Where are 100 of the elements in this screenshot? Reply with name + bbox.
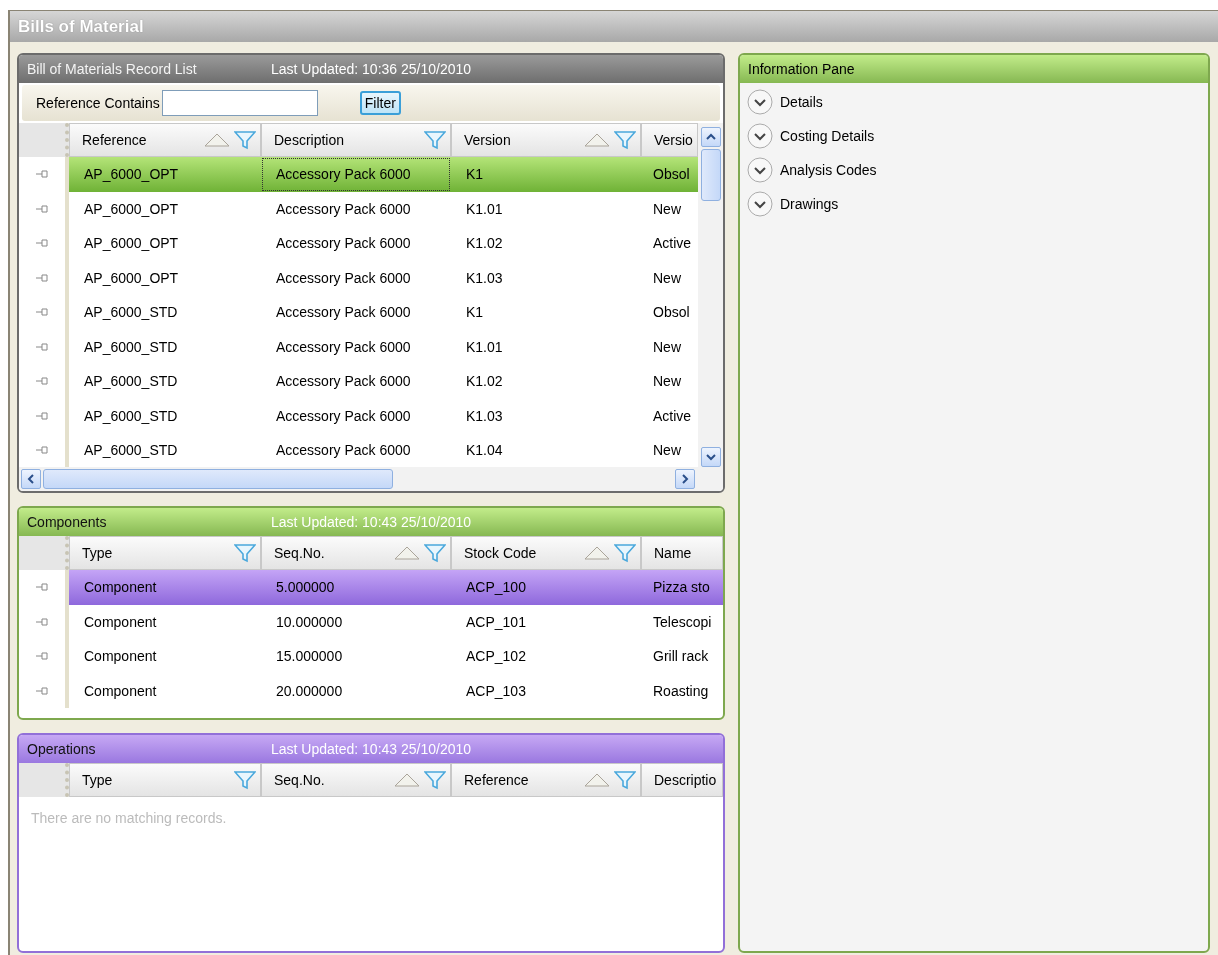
column-header[interactable]: Type — [69, 763, 261, 797]
row-selector-header — [19, 123, 69, 157]
table-row[interactable]: AP_6000_STD Accessory Pack 6000 K1.01 New — [69, 329, 698, 364]
table-row[interactable]: AP_6000_STD Accessory Pack 6000 K1.04 New — [69, 433, 698, 467]
table-cell-text: Component — [83, 612, 158, 632]
expand-icon[interactable] — [746, 156, 774, 184]
empty-message: There are no matching records. — [30, 809, 228, 828]
section-header[interactable]: Analysis Codes — [780, 162, 877, 178]
expand-icon[interactable] — [746, 190, 774, 218]
table-cell-text: 15.000000 — [275, 647, 344, 667]
table-cell-text: ACP_100 — [465, 578, 527, 598]
column-header[interactable]: Reference — [451, 763, 641, 797]
row-selector-header — [19, 763, 69, 797]
filter-icon[interactable] — [614, 543, 636, 563]
table-row[interactable]: AP_6000_OPT Accessory Pack 6000 K1.02 Active — [69, 226, 698, 261]
table-cell-text: K1 — [465, 303, 485, 323]
table-row[interactable]: AP_6000_OPT Accessory Pack 6000 K1.03 New — [69, 260, 698, 295]
table-cell-text: AP_6000_OPT — [83, 268, 180, 288]
section-header[interactable]: Drawings — [780, 196, 839, 212]
table-cell-text: AP_6000_OPT — [83, 234, 180, 254]
column-header[interactable]: Seq.No. — [261, 763, 451, 797]
filter-icon[interactable] — [234, 770, 256, 790]
table-cell-text: New — [652, 268, 682, 288]
table-cell-text: AP_6000_STD — [83, 406, 179, 426]
vertical-scrollbar[interactable] — [698, 123, 723, 467]
table-cell-text: K1.02 — [465, 234, 504, 254]
table-cell-text: Active — [652, 406, 693, 426]
column-header[interactable]: Stock Code — [451, 536, 641, 570]
window-title: Bills of Material — [10, 11, 1218, 42]
table-cell-text: Grill rack — [652, 647, 710, 667]
column-header[interactable]: Description — [261, 123, 451, 157]
table-cell-text: ACP_101 — [465, 612, 527, 632]
column-header[interactable]: Reference — [69, 123, 261, 157]
table-row[interactable]: AP_6000_STD Accessory Pack 6000 K1.03 Active — [69, 398, 698, 433]
table-cell-text: K1 — [465, 165, 485, 185]
pin-icon — [35, 238, 49, 249]
column-header[interactable]: Name — [641, 536, 723, 570]
table-cell-text: AP_6000_STD — [83, 303, 179, 323]
scroll-thumb[interactable] — [700, 149, 721, 201]
table-row[interactable]: AP_6000_OPT Accessory Pack 6000 K1.01 New — [69, 191, 698, 226]
table-cell-text: Accessory Pack 6000 — [275, 441, 412, 461]
table-cell-text: AP_6000_STD — [83, 441, 179, 461]
pin-icon — [35, 203, 49, 214]
column-header[interactable]: Descriptio — [641, 763, 723, 797]
section-header[interactable]: Details — [780, 94, 823, 110]
sort-icon[interactable] — [584, 546, 610, 560]
expand-icon[interactable] — [746, 88, 774, 116]
table-cell-text: AP_6000_STD — [83, 337, 179, 357]
table-cell-text: Accessory Pack 6000 — [275, 303, 412, 323]
expand-icon[interactable] — [746, 122, 774, 150]
filter-button[interactable]: Filter — [359, 91, 401, 115]
scroll-thumb[interactable] — [43, 469, 393, 489]
column-header[interactable]: Version — [451, 123, 641, 157]
pin-icon — [35, 307, 49, 318]
filter-icon[interactable] — [614, 770, 636, 790]
panel-title: Operations — [27, 741, 97, 757]
filter-icon[interactable] — [424, 770, 446, 790]
table-cell-text: K1.02 — [465, 372, 504, 392]
filter-icon[interactable] — [614, 130, 636, 150]
table-row[interactable]: AP_6000_STD Accessory Pack 6000 K1 Obsol — [69, 295, 698, 330]
column-header[interactable]: Versio — [641, 123, 698, 157]
pin-icon — [35, 582, 49, 593]
horizontal-scrollbar[interactable] — [19, 467, 723, 491]
sort-icon[interactable] — [584, 773, 610, 787]
pin-icon — [35, 376, 49, 387]
table-cell-text: K1.03 — [465, 268, 504, 288]
table-row[interactable]: Component 20.000000 ACP_103 Roasting — [69, 673, 723, 708]
last-updated: Last Updated: 10:36 25/10/2010 — [271, 61, 472, 77]
column-header[interactable]: Type — [69, 536, 261, 570]
filter-icon[interactable] — [234, 130, 256, 150]
filter-icon[interactable] — [234, 543, 256, 563]
table-cell-text: Obsol — [652, 303, 691, 323]
table-cell-text: Telescopi — [652, 612, 713, 632]
table-cell-text: New — [652, 199, 682, 219]
table-row[interactable]: Component 5.000000 ACP_100 Pizza sto — [69, 570, 723, 605]
filter-icon[interactable] — [424, 543, 446, 563]
last-updated: Last Updated: 10:43 25/10/2010 — [271, 741, 472, 757]
table-cell-text: K1.01 — [465, 199, 504, 219]
filter-icon[interactable] — [424, 130, 446, 150]
table-row[interactable]: AP_6000_OPT Accessory Pack 6000 K1 Obsol — [69, 157, 698, 192]
row-selector-header — [19, 536, 69, 570]
sort-icon[interactable] — [204, 133, 230, 147]
sort-icon[interactable] — [394, 773, 420, 787]
table-cell-text: Accessory Pack 6000 — [275, 372, 412, 392]
filter-label: Reference Contains — [36, 95, 160, 111]
sort-icon[interactable] — [584, 133, 610, 147]
reference-field[interactable] — [161, 90, 318, 116]
table-row[interactable]: AP_6000_STD Accessory Pack 6000 K1.02 New — [69, 364, 698, 399]
table-cell-text: Accessory Pack 6000 — [275, 199, 412, 219]
column-header[interactable]: Seq.No. — [261, 536, 451, 570]
table-cell-text: Roasting — [652, 681, 710, 701]
pin-icon — [35, 410, 49, 421]
sort-icon[interactable] — [394, 546, 420, 560]
panel-title: Information Pane — [748, 61, 855, 77]
table-cell-text: K1.03 — [465, 406, 504, 426]
table-row[interactable]: Component 15.000000 ACP_102 Grill rack — [69, 639, 723, 674]
table-row[interactable]: Component 10.000000 ACP_101 Telescopi — [69, 604, 723, 639]
table-cell-text: 10.000000 — [275, 612, 344, 632]
section-header[interactable]: Costing Details — [780, 128, 875, 144]
table-cell-text: AP_6000_OPT — [83, 165, 180, 185]
